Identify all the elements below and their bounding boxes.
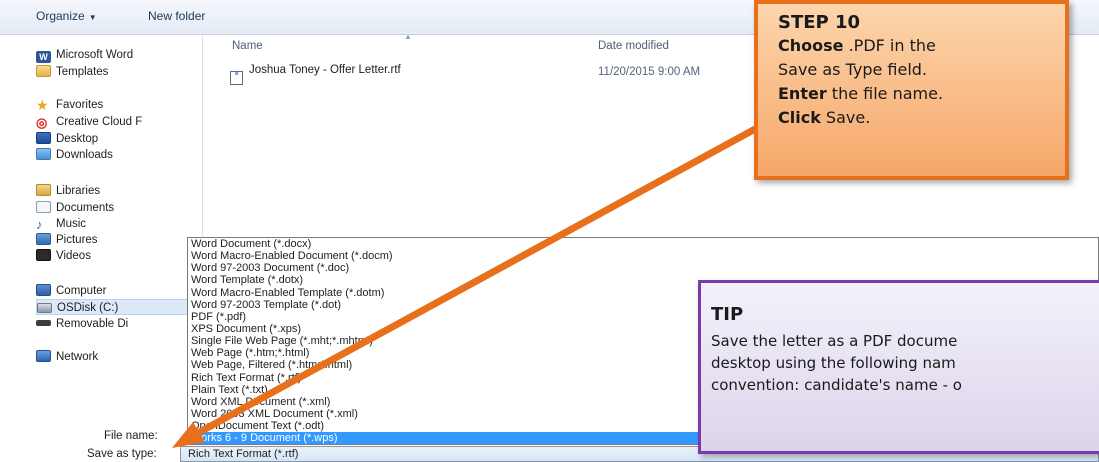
step-callout: STEP 10 Choose .PDF in the Save as Type … xyxy=(754,0,1069,180)
tip-title: TIP xyxy=(711,304,744,325)
arrow-line xyxy=(192,118,772,438)
tip-line-1: Save the letter as a PDF docume xyxy=(711,332,958,350)
tip-line-2: desktop using the following nam xyxy=(711,354,956,372)
step-line-2: Save as Type field. xyxy=(778,60,928,79)
step-line-4: Click Save. xyxy=(778,108,871,127)
arrow-head xyxy=(172,422,205,448)
step-line-3: Enter the file name. xyxy=(778,84,944,103)
tip-callout: TIP Save the letter as a PDF docume desk… xyxy=(698,280,1099,454)
step-title: STEP 10 xyxy=(778,12,861,33)
step-line-1: Choose .PDF in the xyxy=(778,36,936,55)
tip-line-3: convention: candidate's name - o xyxy=(711,376,962,394)
